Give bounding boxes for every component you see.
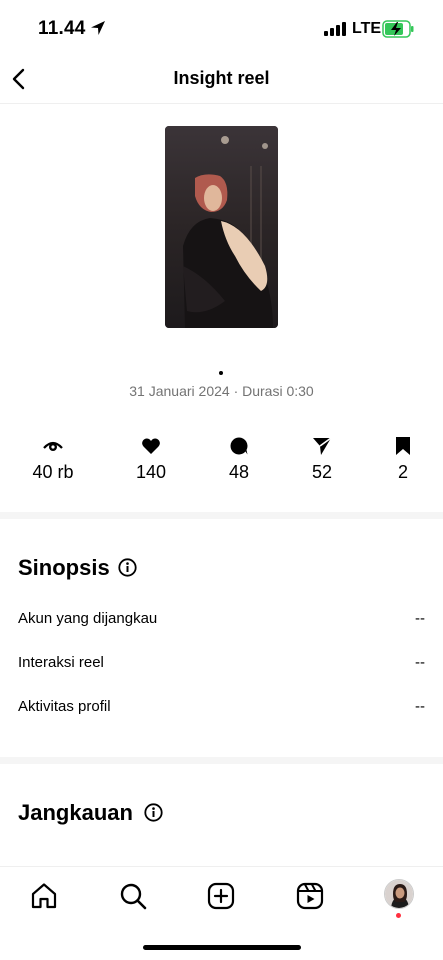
- accounts-reached-label: Akun yang dijangkau: [18, 610, 158, 627]
- stat-likes: 140: [121, 436, 181, 483]
- profile-activity-value: --: [415, 698, 425, 715]
- header: Insight reel: [0, 58, 443, 104]
- tab-reels[interactable]: [295, 881, 325, 911]
- section-divider: [0, 757, 443, 764]
- accounts-reached-value: --: [415, 610, 425, 627]
- insight-row: Akun yang dijangkau --: [18, 610, 425, 632]
- info-icon[interactable]: [118, 558, 137, 577]
- page-title: Insight reel: [173, 68, 270, 88]
- info-icon[interactable]: [144, 803, 163, 822]
- tab-search[interactable]: [118, 881, 148, 911]
- reel-stats: 40 rb 140 48 52 2: [0, 436, 443, 486]
- sinopsis-title: Sinopsis: [18, 555, 110, 580]
- reel-date-duration: 31 Januari 2024 · Durasi 0:30: [129, 383, 314, 399]
- reels-icon: [296, 882, 324, 910]
- search-icon: [120, 883, 147, 910]
- insight-row: Interaksi reel --: [18, 654, 425, 676]
- network-type: LTE: [352, 20, 382, 37]
- jangkauan-title: Jangkauan: [18, 800, 133, 825]
- reel-interactions-value: --: [415, 654, 425, 671]
- status-time: 11.44: [38, 18, 86, 39]
- eye-icon: [43, 441, 63, 451]
- tab-create[interactable]: [206, 881, 236, 911]
- section-divider: [0, 512, 443, 519]
- home-indicator: [143, 945, 301, 950]
- stat-views: 40 rb: [23, 436, 83, 483]
- stat-shares: 52: [292, 436, 352, 483]
- likes-count: 140: [135, 462, 167, 482]
- shares-count: 52: [311, 462, 333, 482]
- share-icon: [313, 437, 332, 455]
- reel-thumbnail-image: [165, 126, 278, 328]
- status-bar: 11.44 LTE: [0, 0, 443, 58]
- views-count: 40 rb: [32, 462, 74, 482]
- bottom-tab-bar: [0, 866, 443, 960]
- stat-comments: 48: [209, 436, 269, 483]
- profile-activity-label: Aktivitas profil: [18, 698, 111, 715]
- stat-saves: 2: [373, 436, 433, 483]
- dot-separator: [219, 371, 223, 375]
- notification-dot: [396, 913, 401, 918]
- reel-interactions-label: Interaksi reel: [18, 654, 104, 671]
- location-arrow-icon: [91, 21, 105, 35]
- profile-avatar-image: [385, 880, 413, 908]
- tab-home[interactable]: [29, 881, 59, 911]
- heart-icon: [142, 438, 160, 454]
- avatar[interactable]: [384, 879, 414, 909]
- bookmark-icon: [396, 437, 410, 455]
- comment-icon: [230, 437, 248, 455]
- reel-thumbnail[interactable]: [165, 126, 278, 328]
- insight-row: Aktivitas profil --: [18, 698, 425, 720]
- saves-count: 2: [397, 462, 408, 482]
- signal-icon: [324, 22, 346, 36]
- comments-count: 48: [228, 462, 250, 482]
- home-icon: [31, 883, 57, 909]
- create-icon: [207, 882, 235, 910]
- battery-charging-icon: [382, 20, 414, 38]
